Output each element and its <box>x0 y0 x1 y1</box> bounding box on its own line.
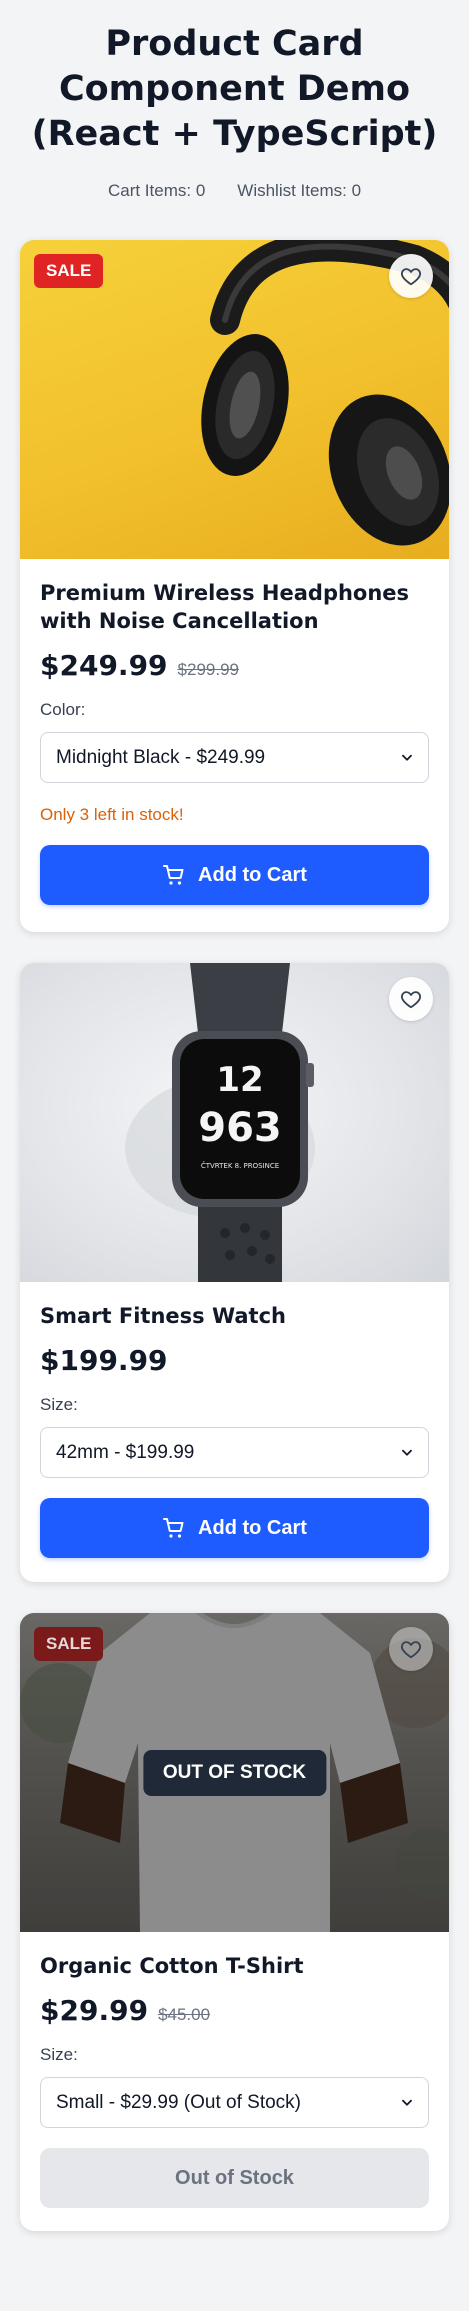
watch-image: 12 963 ČTVRTEK 8. PROSINCE <box>125 963 315 1282</box>
out-of-stock-button[interactable]: Out of Stock <box>40 2148 429 2208</box>
out-of-stock-label: Out of Stock <box>175 2166 294 2189</box>
heart-icon <box>401 1641 421 1659</box>
product-card-tshirt: SALE OUT OF STOCK Organic Cotton T-Shirt… <box>20 1613 449 2231</box>
out-of-stock-badge: OUT OF STOCK <box>142 1749 327 1796</box>
original-price: $299.99 <box>177 660 239 679</box>
wishlist-button[interactable] <box>389 1627 433 1671</box>
heart-icon <box>401 991 421 1009</box>
product-card-headphones: SALE Premium Wireless Headphones with No… <box>20 240 449 932</box>
watch-digits: 963 <box>198 1105 282 1151</box>
add-to-cart-label: Add to Cart <box>198 863 307 886</box>
wishlist-button[interactable] <box>389 977 433 1021</box>
product-image[interactable]: SALE <box>20 240 449 559</box>
current-price: $249.99 <box>40 649 168 682</box>
stock-warning: Only 3 left in stock! <box>40 805 184 824</box>
add-to-cart-label: Add to Cart <box>198 1516 307 1539</box>
current-price: $199.99 <box>40 1344 168 1377</box>
chevron-down-icon <box>402 2099 412 2106</box>
price-row: $29.99 $45.00 <box>40 1994 429 2027</box>
price-row: $249.99 $299.99 <box>40 649 429 682</box>
card-body: Organic Cotton T-Shirt $29.99 $45.00 Siz… <box>20 1932 449 2228</box>
variant-select[interactable]: Midnight Black - $249.99 <box>40 732 429 783</box>
product-image[interactable]: SALE OUT OF STOCK <box>20 1613 449 1932</box>
heart-icon <box>401 268 421 286</box>
sale-badge: SALE <box>34 1627 104 1661</box>
variant-select[interactable]: 42mm - $199.99 <box>40 1427 429 1478</box>
counters: Cart Items: 0 Wishlist Items: 0 <box>0 181 469 201</box>
price-row: $199.99 <box>40 1344 429 1377</box>
selected-variant: Small - $29.99 (Out of Stock) <box>56 2091 301 2113</box>
add-to-cart-button[interactable]: Add to Cart <box>40 845 429 905</box>
chevron-down-icon <box>402 754 412 761</box>
original-price: $45.00 <box>158 2005 211 2024</box>
product-name: Premium Wireless Headphones with Noise C… <box>40 581 410 633</box>
sale-badge: SALE <box>34 254 104 288</box>
selected-variant: Midnight Black - $249.99 <box>56 746 266 768</box>
current-price: $29.99 <box>40 1994 149 2027</box>
chevron-down-icon <box>402 1449 412 1456</box>
variant-label: Color: <box>40 700 86 719</box>
product-name: Smart Fitness Watch <box>40 1304 286 1328</box>
product-card-watch: 12 963 ČTVRTEK 8. PROSINCE Smart Fitness… <box>20 963 449 1582</box>
cart-counter: Cart Items: 0 <box>107 181 206 200</box>
cart-icon <box>163 865 184 885</box>
wishlist-button[interactable] <box>389 254 433 298</box>
card-body: Premium Wireless Headphones with Noise C… <box>20 559 449 925</box>
variant-label: Size: <box>40 2045 78 2064</box>
product-image[interactable]: 12 963 ČTVRTEK 8. PROSINCE <box>20 963 449 1282</box>
add-to-cart-button[interactable]: Add to Cart <box>40 1498 429 1558</box>
selected-variant: 42mm - $199.99 <box>56 1441 195 1463</box>
watch-hour-top: 12 <box>216 1060 263 1100</box>
variant-select[interactable]: Small - $29.99 (Out of Stock) <box>40 2077 429 2128</box>
product-name: Organic Cotton T-Shirt <box>40 1954 304 1978</box>
variant-label: Size: <box>40 1395 78 1414</box>
page-header: Product Card Component Demo (React + Typ… <box>0 0 469 201</box>
card-body: Smart Fitness Watch $199.99 Size: 42mm -… <box>20 1282 449 1578</box>
wishlist-counter: Wishlist Items: 0 <box>237 181 362 200</box>
page-title: Product Card Component Demo (React + Typ… <box>31 24 438 154</box>
watch-date: ČTVRTEK 8. PROSINCE <box>201 1161 279 1170</box>
cart-icon <box>163 1518 184 1538</box>
